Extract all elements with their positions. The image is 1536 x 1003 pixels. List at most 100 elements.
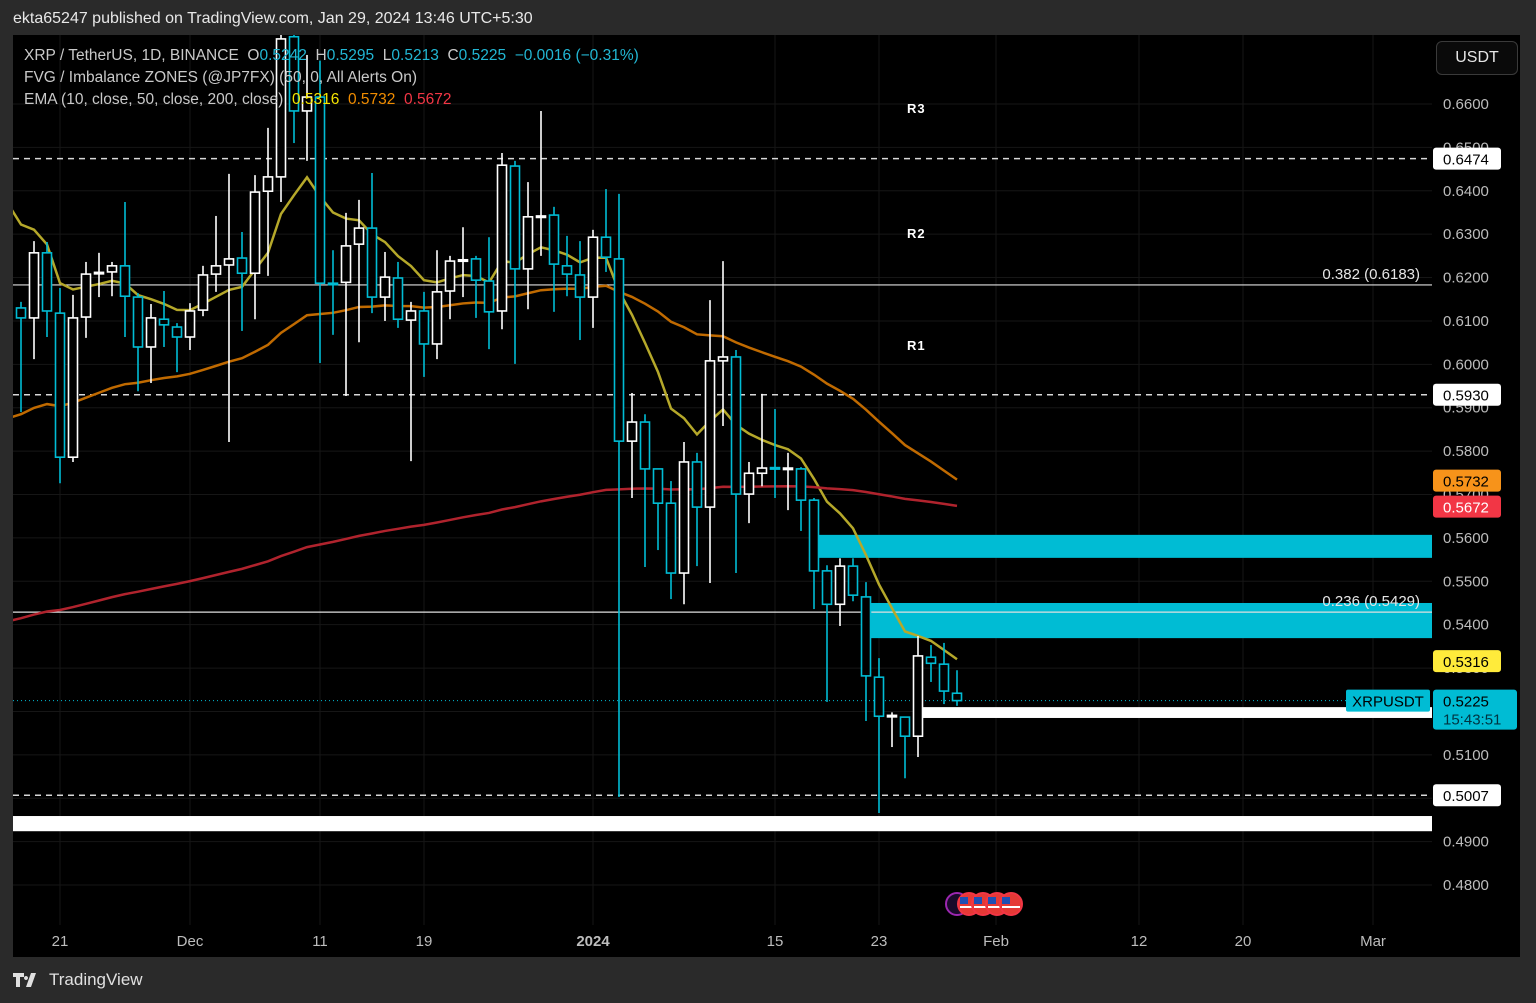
candle[interactable] xyxy=(444,255,456,320)
candle-body xyxy=(782,467,794,471)
candle-body xyxy=(327,282,339,286)
candle[interactable] xyxy=(132,293,144,392)
candle[interactable] xyxy=(41,241,53,338)
candle-body xyxy=(15,307,27,319)
candle[interactable] xyxy=(912,635,924,758)
candle[interactable] xyxy=(119,202,131,338)
candle-body xyxy=(470,258,482,281)
candle[interactable] xyxy=(483,237,495,350)
time-tick-label: Mar xyxy=(1360,933,1386,950)
price-tick-label: 0.5500 xyxy=(1443,573,1489,590)
candle[interactable] xyxy=(15,301,27,413)
candle-body xyxy=(379,276,391,298)
candle-body xyxy=(496,164,508,312)
candle[interactable] xyxy=(717,261,729,426)
candle[interactable] xyxy=(743,461,755,524)
candle-body xyxy=(743,472,755,495)
ema-price-tag-label: 0.5732 xyxy=(1443,474,1489,491)
candle-body xyxy=(626,421,638,442)
candle[interactable] xyxy=(158,291,170,347)
candle[interactable] xyxy=(327,250,339,335)
tradingview-logo[interactable]: TradingView xyxy=(13,970,143,990)
candle[interactable] xyxy=(899,716,911,779)
candle[interactable] xyxy=(639,414,651,567)
candle[interactable] xyxy=(704,300,716,584)
candle-body xyxy=(808,499,820,572)
candle[interactable] xyxy=(184,303,196,351)
candle-body xyxy=(249,191,261,275)
candle[interactable] xyxy=(457,227,469,298)
candle[interactable] xyxy=(106,261,118,297)
candle-body xyxy=(392,277,404,321)
legend-fvg[interactable]: FVG / Imbalance ZONES (@JP7FX) (50, 0, A… xyxy=(24,67,639,89)
tradingview-brand: TradingView xyxy=(49,970,143,989)
candle[interactable] xyxy=(145,304,157,383)
candlestick-chart[interactable]: 0.382 (0.6183) 0.236 (0.5429) 0.4800 0.490… xyxy=(0,0,1536,1003)
candle[interactable] xyxy=(808,497,820,610)
candle-body xyxy=(405,310,417,321)
candle[interactable] xyxy=(522,182,534,310)
candle[interactable] xyxy=(730,350,742,574)
candle[interactable] xyxy=(951,670,963,706)
candle[interactable] xyxy=(28,241,40,360)
legend-ema-row: EMA (10, close, 50, close, 200, close) 0… xyxy=(24,89,639,111)
candle[interactable] xyxy=(67,294,79,462)
candle[interactable] xyxy=(691,452,703,567)
close-label: C xyxy=(447,47,459,64)
candle-body xyxy=(210,265,222,275)
candle[interactable] xyxy=(54,287,66,484)
candle[interactable] xyxy=(834,558,846,626)
candle[interactable] xyxy=(93,252,105,298)
candle[interactable] xyxy=(613,193,625,797)
level-price-tag-label: 0.5007 xyxy=(1443,788,1489,805)
candle[interactable] xyxy=(223,173,235,443)
candle[interactable] xyxy=(886,712,898,748)
candle[interactable] xyxy=(782,452,794,511)
candle[interactable] xyxy=(210,215,222,292)
candle[interactable] xyxy=(873,658,885,813)
candle-body xyxy=(28,252,40,319)
candle[interactable] xyxy=(678,442,690,605)
candle[interactable] xyxy=(80,261,92,338)
candle[interactable] xyxy=(405,301,417,462)
candle-body xyxy=(678,461,690,574)
candle[interactable] xyxy=(431,250,443,360)
candle[interactable] xyxy=(587,229,599,328)
us-flag-canton-icon xyxy=(974,897,982,904)
fib-level-label: 0.382 (0.6183) xyxy=(1322,266,1420,283)
candle[interactable] xyxy=(847,558,859,602)
us-flag-canton-icon xyxy=(988,897,996,904)
candle-body xyxy=(613,258,625,442)
candle[interactable] xyxy=(795,467,807,531)
candle[interactable] xyxy=(340,212,352,397)
candle[interactable] xyxy=(769,409,781,498)
candle[interactable] xyxy=(197,265,209,317)
candle-body xyxy=(522,216,534,270)
candle[interactable] xyxy=(600,189,612,272)
currency-button[interactable]: USDT xyxy=(1436,41,1518,75)
candle[interactable] xyxy=(626,392,638,498)
candle[interactable] xyxy=(366,172,378,314)
level-price-tag-label: 0.6474 xyxy=(1443,152,1489,169)
legend-ema[interactable]: EMA (10, close, 50, close, 200, close) xyxy=(24,91,283,108)
candle[interactable] xyxy=(574,241,586,341)
time-tick-label: 21 xyxy=(52,933,69,950)
candle[interactable] xyxy=(561,235,573,297)
candle[interactable] xyxy=(509,160,521,364)
chart-legend: XRP / TetherUS, 1D, BINANCE O0.5242 H0.5… xyxy=(24,45,639,111)
candle[interactable] xyxy=(548,206,560,312)
candle-body xyxy=(171,326,183,338)
candle[interactable] xyxy=(496,153,508,330)
candle[interactable] xyxy=(470,255,482,318)
candle-body xyxy=(886,714,898,718)
candle-body xyxy=(314,96,326,285)
ema10-value: 0.5316 xyxy=(291,91,340,108)
candle[interactable] xyxy=(262,127,274,276)
legend-symbol[interactable]: XRP / TetherUS, 1D, BINANCE xyxy=(24,47,239,64)
candle[interactable] xyxy=(379,251,391,321)
candle[interactable] xyxy=(925,645,937,682)
candle[interactable] xyxy=(821,565,833,702)
candle[interactable] xyxy=(392,261,404,328)
candle[interactable] xyxy=(249,175,261,320)
legend-symbol-row: XRP / TetherUS, 1D, BINANCE O0.5242 H0.5… xyxy=(24,45,639,67)
